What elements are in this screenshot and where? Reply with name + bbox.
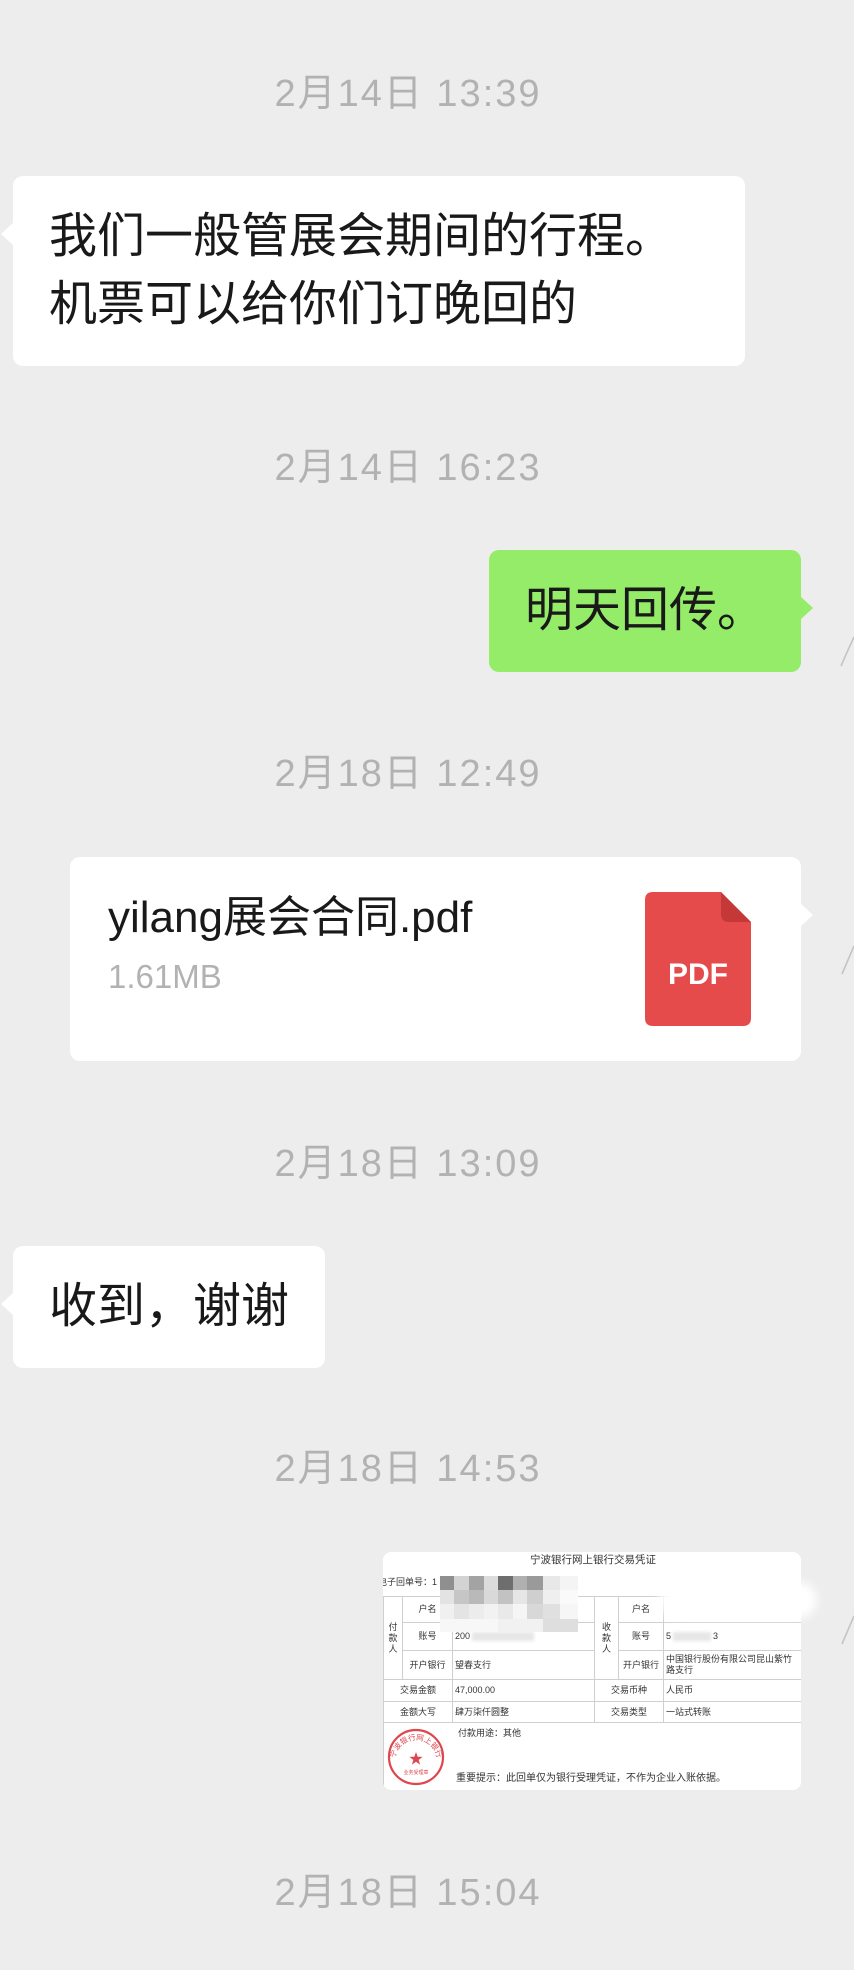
message-text: 明天回传。: [524, 584, 765, 637]
file-message-card[interactable]: yilang展会合同.pdf 1.61MB PDF: [70, 857, 813, 1061]
currency-value: 人民币: [663, 1679, 801, 1702]
payee-bank-value: 中国银行股份有限公司昆山紫竹路支行: [663, 1650, 801, 1680]
chat-area[interactable]: 2月14日 13:39 我们一般管展会期间的行程。机票可以给你们订晚回的 2月1…: [0, 0, 854, 1970]
currency-label: 交易币种: [594, 1679, 664, 1702]
transaction-type-label: 交易类型: [594, 1701, 664, 1723]
bubble-tail: [1, 1292, 14, 1316]
bubble-tail: [1, 222, 14, 246]
amount-value: 47,000.00: [452, 1679, 595, 1702]
amount-label: 交易金额: [383, 1679, 453, 1702]
redaction-blur: [673, 1632, 712, 1642]
payer-account-visible: 200: [455, 1631, 471, 1641]
star-icon: [409, 1752, 423, 1765]
own-avatar-edge: [841, 945, 854, 975]
received-message-bubble[interactable]: 收到，谢谢: [1, 1246, 326, 1368]
timestamp: 2月14日 16:23: [274, 447, 542, 489]
pdf-icon: PDF: [645, 892, 751, 1026]
message-text: 收到，谢谢: [49, 1280, 290, 1333]
payee-account-label: 账号: [618, 1622, 664, 1651]
payee-name-label: 户名: [618, 1596, 664, 1623]
receipt-title: 宁波银行网上银行交易凭证: [530, 1554, 656, 1566]
transaction-type-value: 一站式转账: [663, 1701, 801, 1723]
redaction-blur: [659, 1582, 817, 1618]
timestamp: 2月18日 13:09: [274, 1143, 542, 1185]
amount-in-words-label: 金额大写: [383, 1701, 453, 1723]
bubble-tail: [800, 903, 813, 927]
timestamp: 2月18日 12:49: [274, 753, 542, 795]
payee-account-value: 53: [663, 1622, 801, 1651]
payer-bank-label: 开户银行: [402, 1650, 453, 1680]
payee-label: 收款人: [594, 1596, 619, 1680]
payee-bank-label: 开户银行: [618, 1650, 664, 1680]
bank-seal-stamp: 宁波银行网上银行 业务受理章: [387, 1728, 445, 1786]
redaction-blur: [472, 1632, 535, 1642]
stamp-subtext: 业务受理章: [403, 1769, 428, 1776]
amount-in-words-value: 肆万柒仟圆整: [452, 1701, 595, 1723]
own-avatar-edge: [841, 1615, 854, 1645]
payer-bank-value: 望春支行: [452, 1650, 595, 1680]
timestamp: 2月14日 13:39: [274, 73, 542, 115]
file-size: 1.61MB: [108, 958, 222, 995]
receipt-notice: 重要提示：此回单仅为银行受理凭证，不作为企业入账依据。: [456, 1773, 726, 1784]
timestamp: 2月18日 14:53: [274, 1448, 542, 1490]
file-name: yilang展会合同.pdf: [108, 893, 473, 942]
payer-label: 付款人: [383, 1596, 403, 1680]
payee-account-start: 5: [666, 1631, 672, 1641]
pdf-icon-label: PDF: [668, 958, 728, 991]
received-message-bubble[interactable]: 我们一般管展会期间的行程。机票可以给你们订晚回的: [1, 176, 745, 366]
bubble-tail: [800, 596, 813, 620]
redaction-mosaic: [440, 1576, 578, 1632]
message-text: 我们一般管展会期间的行程。机票可以给你们订晚回的: [49, 210, 674, 331]
own-avatar-edge: [840, 636, 854, 667]
payment-purpose: 付款用途：其他: [458, 1728, 522, 1738]
payee-account-end: 3: [713, 1631, 719, 1641]
sent-message-bubble[interactable]: 明天回传。: [488, 550, 813, 672]
timestamp: 2月18日 15:04: [274, 1872, 542, 1914]
receipt-number: 电子回单号：1: [383, 1577, 438, 1587]
